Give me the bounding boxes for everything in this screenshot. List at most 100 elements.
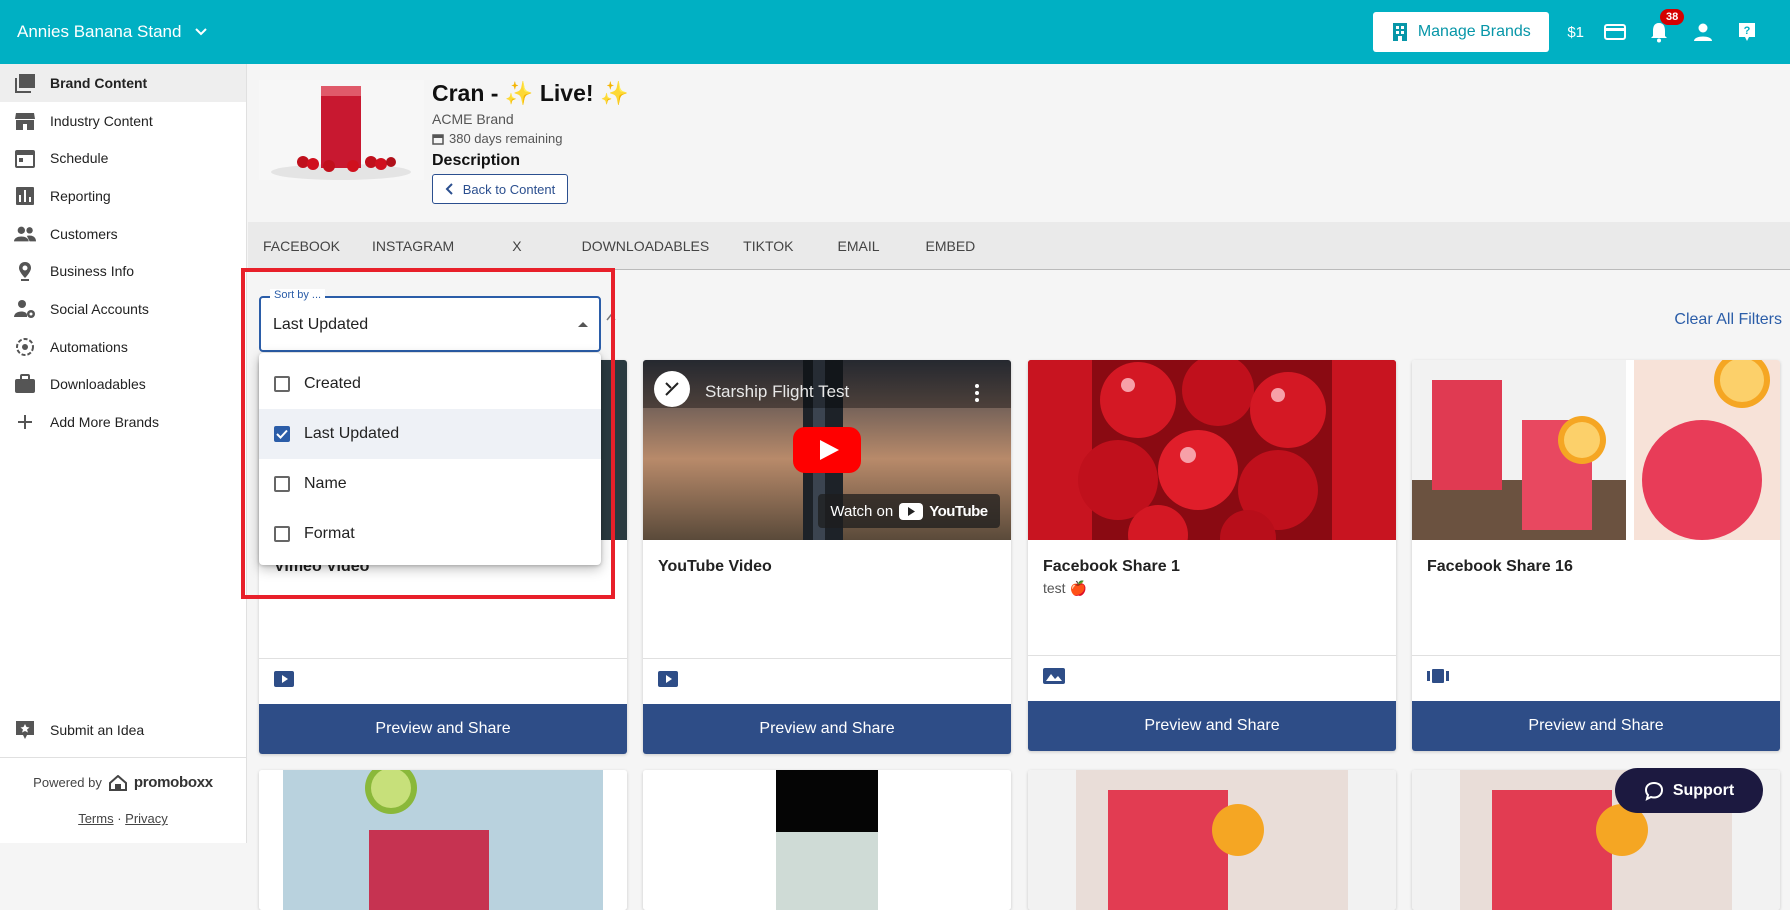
content-card-facebook-share-1[interactable]: Facebook Share 1 test 🍎 Preview and Shar…: [1028, 360, 1396, 751]
powered-by-text: Powered by: [33, 775, 102, 790]
preview-and-share-button[interactable]: Preview and Share: [643, 704, 1011, 754]
sidebar-item-downloadables[interactable]: Downloadables: [0, 366, 246, 404]
watch-on-label: Watch on: [830, 502, 894, 520]
content-card-youtube[interactable]: Starship Flight Test Watch on YouTube Yo…: [643, 360, 1011, 754]
sidebar-item-label: Brand Content: [50, 74, 148, 91]
sort-option-label: Format: [304, 525, 355, 542]
chevron-down-icon: [195, 28, 208, 36]
sidebar-item-add-more-brands[interactable]: Add More Brands: [0, 403, 246, 441]
channel-tabs: FACEBOOK INSTAGRAM X DOWNLOADABLES TIKTO…: [248, 222, 1790, 270]
main-content: Cran - ✨ Live! ✨ ACME Brand 380 days rem…: [248, 64, 1790, 910]
credits-balance[interactable]: $1: [1567, 24, 1584, 41]
support-button[interactable]: Support: [1615, 768, 1763, 813]
submit-idea-label: Submit an Idea: [50, 721, 145, 738]
chat-bubble-icon: [1644, 781, 1663, 801]
credit-card-icon[interactable]: [1602, 19, 1628, 45]
card-title: Facebook Share 16: [1427, 558, 1573, 575]
carousel-icon: [1427, 669, 1449, 683]
sort-label: Sort by ...: [270, 289, 326, 301]
days-remaining: 380 days remaining: [432, 131, 629, 146]
checkbox-icon[interactable]: [274, 526, 290, 542]
preview-and-share-button[interactable]: Preview and Share: [1028, 701, 1396, 751]
sort-field[interactable]: Sort by ... Last Updated: [259, 289, 601, 352]
campaign-title: Cran - ✨ Live! ✨: [432, 80, 629, 106]
checkbox-icon[interactable]: [274, 476, 290, 492]
sort-option-label: Last Updated: [304, 425, 400, 442]
preview-and-share-button[interactable]: Preview and Share: [1412, 701, 1780, 751]
card-media: Starship Flight Test Watch on YouTube: [643, 360, 1011, 540]
help-icon[interactable]: ?: [1734, 19, 1760, 45]
checkbox-checked-icon[interactable]: [274, 426, 290, 442]
chevron-left-icon: [445, 183, 453, 195]
youtube-video-title: Starship Flight Test: [705, 382, 850, 401]
svg-text:?: ?: [1744, 25, 1751, 37]
people-icon: [14, 226, 36, 241]
tab-email[interactable]: EMAIL: [837, 222, 879, 270]
caret-up-icon: [578, 322, 588, 327]
card-type-row: [1028, 655, 1396, 699]
sort-option-created[interactable]: Created: [259, 359, 601, 409]
sidebar-item-reporting[interactable]: Reporting: [0, 177, 246, 215]
brand-name: Annies Banana Stand: [17, 22, 182, 41]
card-type-row: [259, 658, 627, 702]
back-to-content-button[interactable]: Back to Content: [432, 174, 568, 204]
video-icon: [658, 671, 678, 687]
campaign-brand: ACME Brand: [432, 111, 514, 127]
card-description: test 🍎: [1043, 580, 1087, 596]
privacy-link[interactable]: Privacy: [125, 811, 168, 826]
content-card-facebook-share-16[interactable]: Facebook Share 16 Preview and Share: [1412, 360, 1780, 751]
sidebar-item-social-accounts[interactable]: Social Accounts: [0, 290, 246, 328]
sort-option-label: Created: [304, 375, 361, 392]
sidebar-item-business-info[interactable]: Business Info: [0, 252, 246, 290]
campaign-thumbnail: [259, 80, 424, 180]
tab-facebook[interactable]: FACEBOOK: [263, 222, 340, 270]
sidebar-item-label: Reporting: [50, 187, 111, 204]
watch-on-youtube[interactable]: Watch on YouTube: [818, 494, 1000, 528]
tab-downloadables[interactable]: DOWNLOADABLES: [582, 222, 710, 270]
manage-brands-label: Manage Brands: [1417, 23, 1531, 40]
plus-icon: [18, 415, 32, 430]
sort-value: Last Updated: [273, 316, 369, 333]
sort-direction-icon[interactable]: [605, 312, 617, 324]
tab-x[interactable]: X: [512, 222, 521, 270]
automation-icon: [16, 337, 34, 356]
bar-chart-icon: [16, 186, 34, 205]
description-heading: Description: [432, 152, 521, 169]
brand-switcher[interactable]: Annies Banana Stand: [17, 22, 208, 42]
checkbox-icon[interactable]: [274, 376, 290, 392]
notifications-bell-icon[interactable]: 38: [1646, 9, 1685, 45]
sidebar-item-label: Industry Content: [50, 112, 153, 129]
sort-option-format[interactable]: Format: [259, 509, 601, 559]
youtube-play-button[interactable]: [793, 427, 861, 473]
sidebar-item-brand-content[interactable]: Brand Content: [0, 64, 246, 102]
person-gear-icon: [14, 299, 35, 318]
submit-idea-link[interactable]: Submit an Idea: [0, 711, 246, 749]
tab-tiktok[interactable]: TIKTOK: [743, 222, 793, 270]
content-card-row2-2[interactable]: [643, 770, 1011, 910]
sort-options-menu: Created Last Updated Name Format: [259, 353, 601, 565]
preview-and-share-button[interactable]: Preview and Share: [259, 704, 627, 754]
tab-instagram[interactable]: INSTAGRAM: [372, 222, 454, 270]
sidebar-item-industry-content[interactable]: Industry Content: [0, 102, 246, 140]
promoboxx-logo-text: promoboxx: [133, 774, 213, 791]
youtube-wordmark: YouTube: [929, 502, 988, 520]
content-card-row2-1[interactable]: [259, 770, 627, 910]
sidebar-item-schedule[interactable]: Schedule: [0, 139, 246, 177]
sidebar-item-automations[interactable]: Automations: [0, 328, 246, 366]
video-icon: [274, 671, 294, 687]
sidebar-item-customers[interactable]: Customers: [0, 215, 246, 253]
sort-option-last-updated[interactable]: Last Updated: [259, 409, 601, 459]
sort-select[interactable]: Sort by ... Last Updated: [259, 289, 601, 352]
sort-option-name[interactable]: Name: [259, 459, 601, 509]
manage-brands-button[interactable]: Manage Brands: [1373, 12, 1550, 52]
back-to-content-label: Back to Content: [462, 181, 556, 197]
tab-embed[interactable]: EMBED: [926, 222, 976, 270]
clear-all-filters-link[interactable]: Clear All Filters: [1674, 311, 1782, 329]
top-bar: Annies Banana Stand Manage Brands $1 38 …: [0, 0, 1790, 64]
campaign-header: Cran - ✨ Live! ✨ ACME Brand 380 days rem…: [259, 80, 629, 204]
card-title: Facebook Share 1: [1043, 558, 1180, 575]
more-options-icon[interactable]: [975, 384, 979, 402]
content-card-row2-3[interactable]: [1028, 770, 1396, 910]
terms-link[interactable]: Terms: [78, 811, 113, 826]
account-icon[interactable]: [1690, 19, 1716, 45]
